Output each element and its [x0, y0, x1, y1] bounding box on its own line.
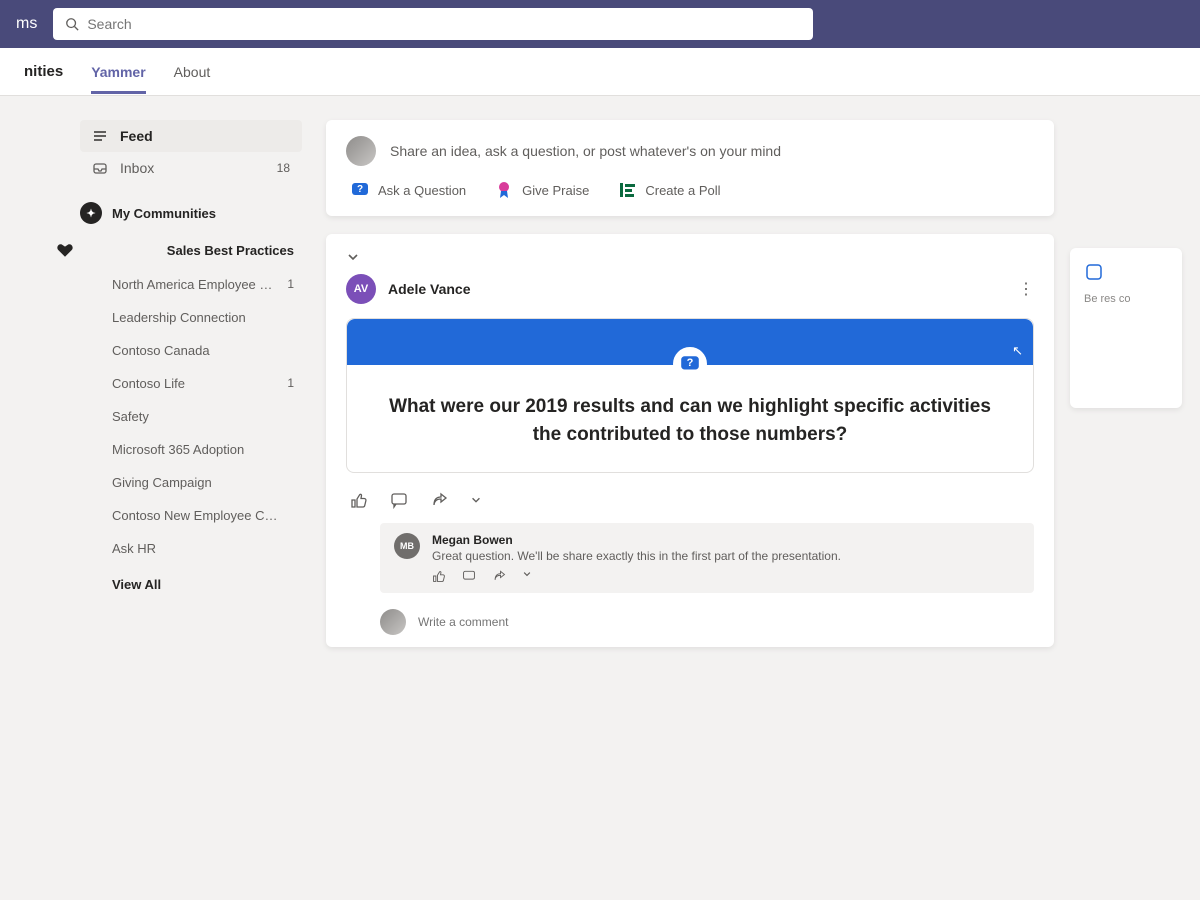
search-input[interactable]	[87, 16, 801, 32]
tab-bar: nities Yammer About	[0, 48, 1200, 96]
sidebar: Feed Inbox 18 ✦ My Communities Sales Bes…	[0, 120, 310, 900]
post-card: AV Adele Vance ⋮ ? ↖ What were our 2019 …	[326, 234, 1054, 647]
reply-text: Great question. We'll be share exactly t…	[432, 549, 1020, 563]
my-communities-header: ✦ My Communities	[80, 184, 302, 232]
info-card: Be res co	[1070, 248, 1182, 408]
nav-inbox[interactable]: Inbox 18	[80, 152, 302, 184]
composer-prompt-row[interactable]: Share an idea, ask a question, or post w…	[346, 136, 1034, 166]
info-text: Be res co	[1084, 293, 1130, 305]
info-icon	[1084, 262, 1104, 282]
current-community[interactable]: Sales Best Practices	[56, 232, 302, 268]
reply-author[interactable]: Megan Bowen	[432, 533, 1020, 547]
question-box: ? ↖ What were our 2019 results and can w…	[346, 318, 1034, 473]
app-name: ms	[16, 15, 37, 33]
author-name[interactable]: Adele Vance	[388, 281, 471, 297]
community-item[interactable]: North America Employee …1	[108, 268, 302, 301]
community-item[interactable]: Contoso New Employee C…	[108, 499, 302, 532]
self-avatar-small	[380, 609, 406, 635]
top-bar: ms	[0, 0, 1200, 48]
give-praise-button[interactable]: Give Praise	[494, 180, 589, 200]
praise-icon	[494, 180, 514, 200]
search-icon	[65, 17, 79, 31]
community-item[interactable]: Contoso Canada	[108, 334, 302, 367]
tab-yammer[interactable]: Yammer	[91, 50, 145, 94]
nav-feed-label: Feed	[120, 128, 153, 144]
community-item[interactable]: Leadership Connection	[108, 301, 302, 334]
question-banner: ? ↖	[347, 319, 1033, 365]
page-title: nities	[24, 63, 63, 80]
reply: MB Megan Bowen Great question. We'll be …	[380, 523, 1034, 593]
nav-inbox-label: Inbox	[120, 160, 154, 176]
community-item[interactable]: Ask HR	[108, 532, 302, 565]
self-avatar	[346, 136, 376, 166]
community-item[interactable]: Giving Campaign	[108, 466, 302, 499]
comment-icon[interactable]	[462, 569, 476, 583]
tab-about[interactable]: About	[174, 50, 211, 94]
inbox-icon	[92, 160, 108, 176]
chevron-down-icon[interactable]	[470, 494, 482, 506]
community-list: North America Employee …1 Leadership Con…	[80, 268, 302, 592]
workspace: Feed Inbox 18 ✦ My Communities Sales Bes…	[0, 96, 1200, 900]
reply-actions	[432, 569, 1020, 583]
feed-area: Share an idea, ask a question, or post w…	[310, 120, 1070, 900]
author-avatar: AV	[346, 274, 376, 304]
inbox-count: 18	[277, 161, 290, 175]
search-box[interactable]	[53, 8, 813, 40]
comment-input[interactable]	[418, 615, 1034, 629]
composer-actions: ? Ask a Question Give Praise Create a Po…	[346, 180, 1034, 200]
communities-icon: ✦	[80, 202, 102, 224]
right-pane: Be res co	[1070, 120, 1190, 900]
like-icon[interactable]	[432, 569, 446, 583]
share-icon[interactable]	[430, 491, 448, 509]
current-community-label: Sales Best Practices	[167, 243, 294, 258]
feed-icon	[92, 128, 108, 144]
nav-feed[interactable]: Feed	[80, 120, 302, 152]
post-more-icon[interactable]: ⋮	[1018, 279, 1034, 299]
share-icon[interactable]	[492, 569, 506, 583]
post-actions	[346, 485, 1034, 519]
create-poll-button[interactable]: Create a Poll	[617, 180, 720, 200]
community-item[interactable]: Safety	[108, 400, 302, 433]
question-badge-icon: ?	[673, 347, 707, 381]
ask-question-button[interactable]: ? Ask a Question	[350, 180, 466, 200]
reply-avatar: MB	[394, 533, 420, 559]
community-item[interactable]: Contoso Life1	[108, 367, 302, 400]
question-icon: ?	[350, 180, 370, 200]
write-comment[interactable]	[346, 603, 1034, 635]
question-text: What were our 2019 results and can we hi…	[347, 365, 1033, 472]
cursor-icon: ↖	[1012, 343, 1023, 359]
community-item[interactable]: Microsoft 365 Adoption	[108, 433, 302, 466]
comment-icon[interactable]	[390, 491, 408, 509]
svg-text:?: ?	[357, 184, 363, 195]
view-all-link[interactable]: View All	[108, 565, 302, 592]
heart-icon	[56, 241, 74, 259]
collapse-icon[interactable]	[346, 250, 360, 264]
poll-icon	[617, 180, 637, 200]
svg-text:?: ?	[687, 357, 694, 369]
like-icon[interactable]	[350, 491, 368, 509]
composer-prompt: Share an idea, ask a question, or post w…	[390, 143, 781, 159]
chevron-down-icon[interactable]	[522, 569, 532, 579]
composer-card: Share an idea, ask a question, or post w…	[326, 120, 1054, 216]
my-communities-label: My Communities	[112, 206, 216, 221]
post-author-row: AV Adele Vance ⋮	[346, 274, 1034, 304]
